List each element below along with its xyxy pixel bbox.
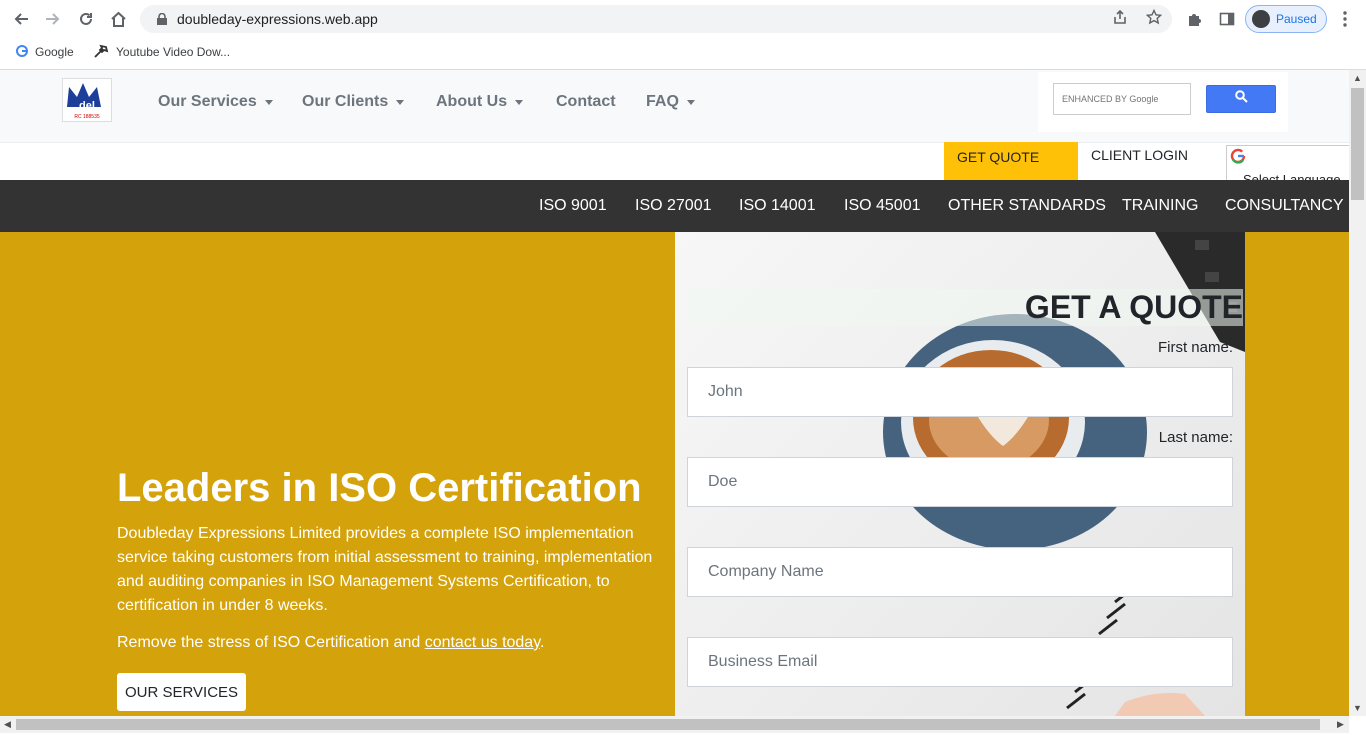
nav-iso-27001[interactable]: ISO 27001 — [635, 197, 712, 215]
last-name-field[interactable] — [687, 457, 1233, 507]
bookmark-google[interactable]: Google — [16, 42, 74, 62]
hero-description: Doubleday Expressions Limited provides a… — [117, 525, 653, 614]
menu-label: Contact — [556, 93, 616, 110]
vertical-scroll-thumb[interactable] — [1351, 88, 1364, 200]
company-logo[interactable]: del RC 188535 — [62, 78, 112, 122]
share-icon[interactable] — [1112, 9, 1128, 29]
back-arrow-icon[interactable] — [10, 8, 32, 30]
nav-consultancy[interactable]: CONSULTANCY — [1225, 197, 1344, 215]
avatar — [1252, 10, 1270, 28]
profile-status: Paused — [1276, 12, 1317, 26]
caret-down-icon — [515, 99, 524, 105]
profile-button[interactable]: Paused — [1245, 5, 1327, 33]
bookmark-star-icon[interactable] — [1145, 8, 1163, 29]
bookmark-youtube-downloader[interactable]: Youtube Video Dow... — [93, 42, 230, 62]
hammer-icon — [93, 44, 109, 61]
bookmark-label: Google — [35, 45, 74, 59]
menu-label: Our Clients — [302, 93, 389, 110]
menu-our-clients[interactable]: Our Clients — [302, 92, 405, 112]
client-login-link[interactable]: CLIENT LOGIN — [1091, 147, 1188, 163]
our-services-button[interactable]: OUR SERVICES — [117, 673, 246, 711]
first-name-label: First name: — [1157, 339, 1233, 356]
first-name-field[interactable] — [687, 367, 1233, 417]
scroll-up-arrow-icon[interactable]: ▲ — [1353, 73, 1362, 83]
address-bar[interactable]: doubleday-expressions.web.app — [140, 5, 1172, 33]
search-icon — [1234, 90, 1248, 108]
contact-us-link[interactable]: contact us today — [425, 634, 540, 651]
hero-cta-text: Remove the stress of ISO Certification a… — [117, 634, 544, 652]
google-icon — [16, 44, 28, 60]
home-icon[interactable] — [107, 8, 129, 30]
nav-iso-45001[interactable]: ISO 45001 — [844, 197, 921, 215]
extensions-icon[interactable] — [1184, 8, 1206, 30]
cta-prefix: Remove the stress of ISO Certification a… — [117, 634, 425, 651]
quote-form-title: GET A QUOTE — [1024, 289, 1243, 325]
nav-training[interactable]: TRAINING — [1122, 197, 1198, 215]
caret-down-icon — [264, 99, 273, 105]
menu-label: FAQ — [646, 93, 679, 110]
hero-gold-edge — [1245, 232, 1349, 716]
browser-menu-icon[interactable] — [1334, 8, 1356, 30]
site-search-box — [1053, 83, 1191, 115]
company-name-field[interactable] — [687, 547, 1233, 597]
logo-text: del — [79, 100, 95, 112]
menu-label: Our Services — [158, 93, 257, 110]
nav-iso-14001[interactable]: ISO 14001 — [739, 197, 816, 215]
logo-subtext: RC 188535 — [74, 114, 100, 120]
scroll-right-arrow-icon[interactable]: ▶ — [1337, 719, 1344, 730]
search-button[interactable] — [1206, 85, 1276, 113]
horizontal-scroll-thumb[interactable] — [16, 719, 1320, 730]
language-selector[interactable]: Select Language — [1226, 145, 1351, 183]
reload-icon[interactable] — [75, 8, 97, 30]
site-search-input[interactable] — [1054, 93, 1190, 105]
side-panel-icon[interactable] — [1216, 8, 1238, 30]
lock-icon — [156, 12, 168, 26]
menu-contact[interactable]: Contact — [556, 92, 616, 112]
business-email-field[interactable] — [687, 637, 1233, 687]
get-quote-button[interactable]: GET QUOTE — [944, 142, 1078, 180]
bookmark-label: Youtube Video Dow... — [116, 45, 231, 59]
caret-down-icon — [396, 99, 405, 105]
scroll-down-arrow-icon[interactable]: ▼ — [1353, 703, 1362, 713]
menu-faq[interactable]: FAQ — [646, 92, 695, 112]
google-g-icon — [1230, 148, 1246, 164]
cta-suffix: . — [540, 634, 545, 651]
hero-title: Leaders in ISO Certification — [117, 466, 642, 510]
menu-about-us[interactable]: About Us — [436, 92, 524, 112]
url-text: doubleday-expressions.web.app — [177, 11, 378, 27]
last-name-label: Last name: — [1158, 429, 1233, 446]
caret-down-icon — [686, 99, 695, 105]
nav-other-standards[interactable]: OTHER STANDARDS — [948, 197, 1106, 215]
scroll-left-arrow-icon[interactable]: ◀ — [4, 719, 11, 730]
menu-our-services[interactable]: Our Services — [158, 92, 273, 112]
forward-arrow-icon[interactable] — [42, 8, 64, 30]
menu-label: About Us — [436, 93, 508, 110]
nav-iso-9001[interactable]: ISO 9001 — [539, 197, 607, 215]
